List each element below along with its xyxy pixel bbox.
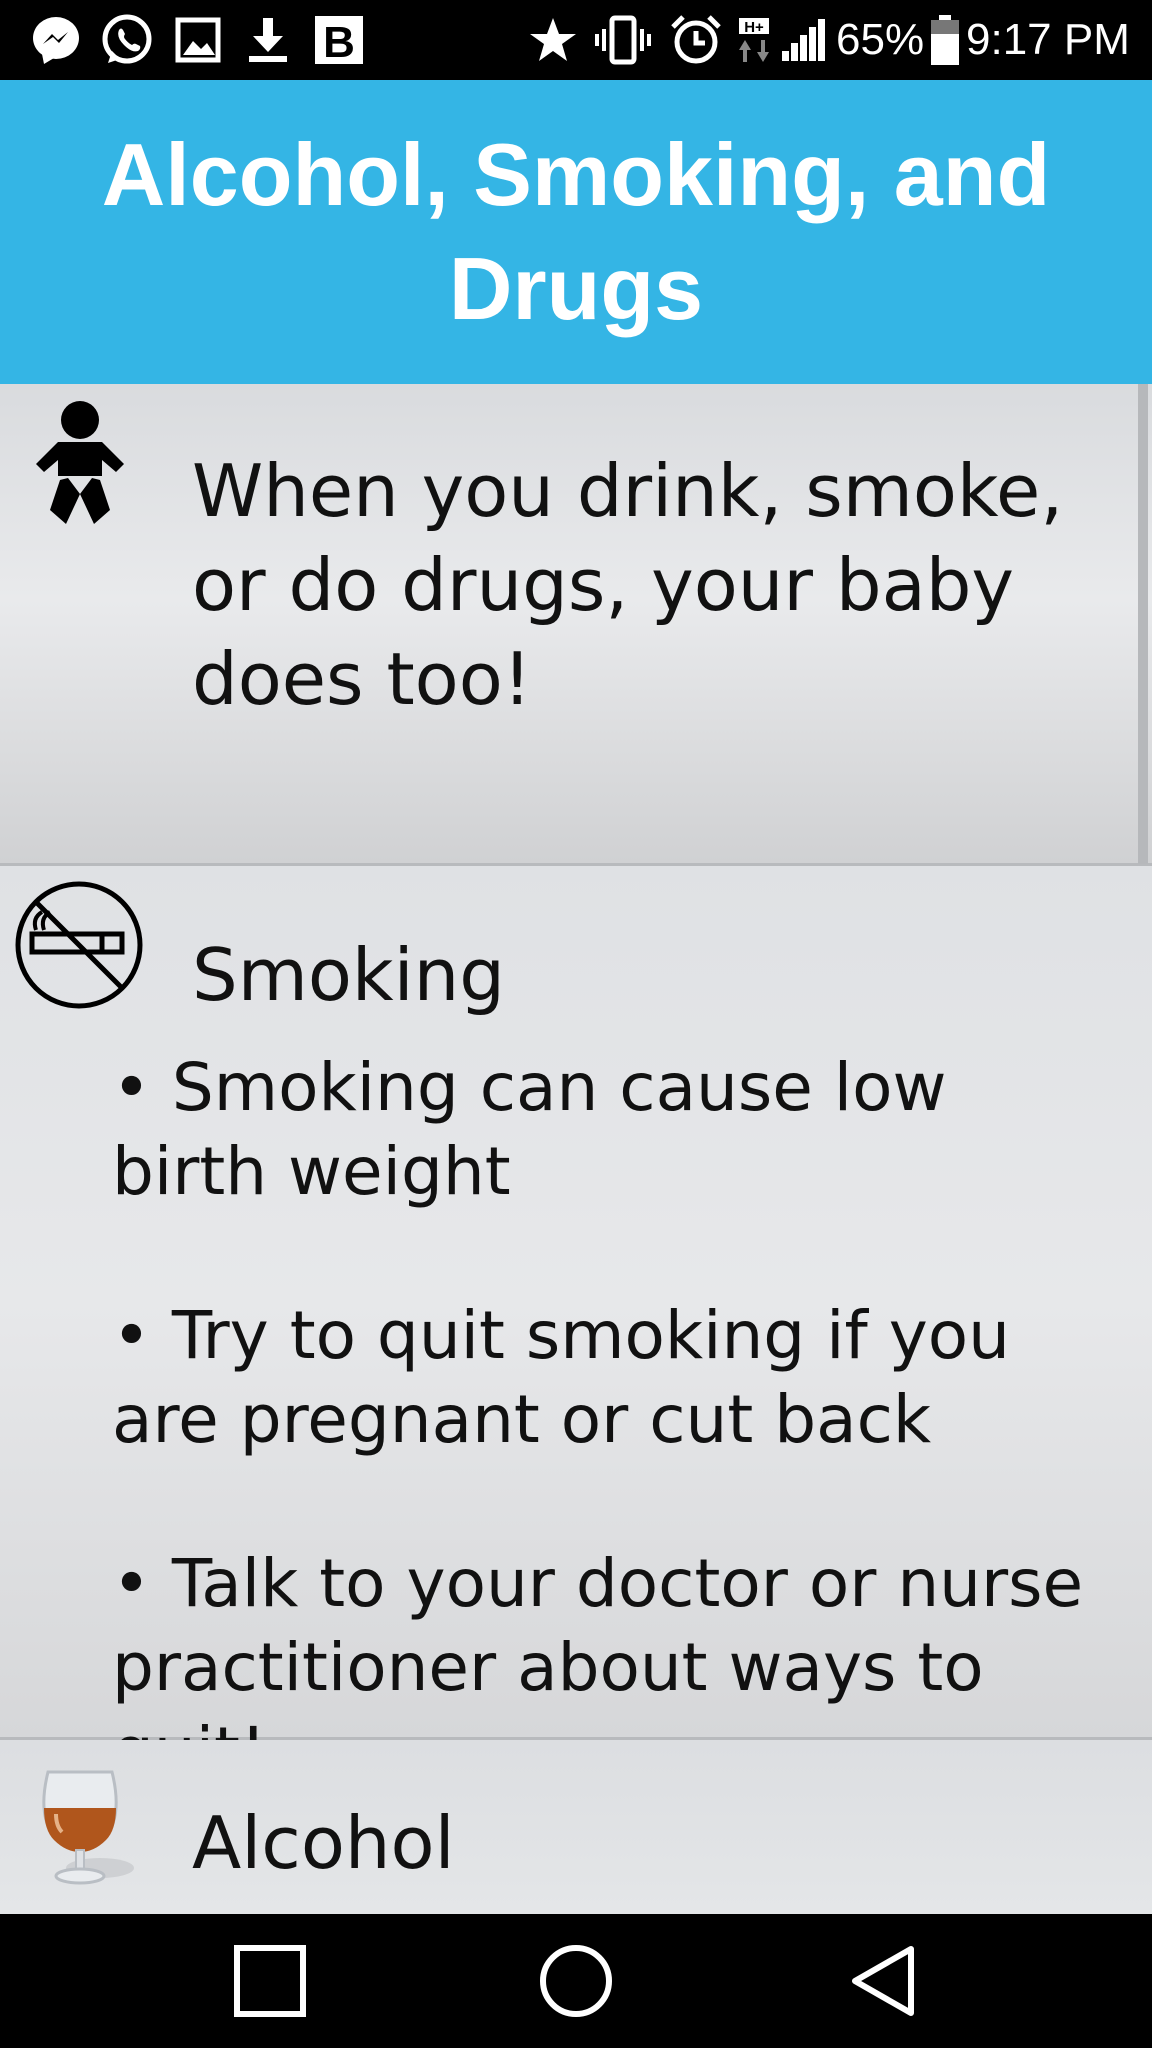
clock: 9:17 PM xyxy=(966,15,1130,64)
back-button[interactable] xyxy=(802,1914,962,2048)
b-app-icon: B xyxy=(312,0,366,80)
svg-text:B: B xyxy=(323,18,355,65)
square-icon xyxy=(234,1945,306,2017)
smoking-card: Smoking • Smoking can cause low birth we… xyxy=(0,866,1152,1790)
intro-text: When you drink, smoke, or do drugs, your… xyxy=(192,449,1064,721)
whatsapp-icon xyxy=(98,0,156,80)
star-icon xyxy=(528,0,578,80)
battery-icon xyxy=(928,0,962,80)
list-item: • Smoking can cause low birth weight xyxy=(112,1049,947,1210)
battery-percent: 65% xyxy=(836,15,925,64)
alcohol-heading: Alcohol xyxy=(192,1801,455,1885)
alarm-icon xyxy=(668,0,724,80)
triangle-back-icon xyxy=(852,1946,914,2016)
gallery-icon xyxy=(172,0,224,80)
circle-icon xyxy=(540,1945,612,2017)
no-smoking-icon xyxy=(14,880,144,1014)
page-header: Alcohol, Smoking, and Drugs xyxy=(0,80,1152,384)
network-type-icon: H+ xyxy=(736,0,776,80)
intro-card: When you drink, smoke, or do drugs, your… xyxy=(0,384,1152,866)
list-item: • Try to quit smoking if you are pregnan… xyxy=(112,1297,1010,1458)
network-type-label: H+ xyxy=(744,19,764,36)
vibrate-icon xyxy=(592,0,654,80)
brandy-glass-icon xyxy=(34,1762,144,1896)
navigation-bar xyxy=(0,1914,1152,2048)
smoking-heading: Smoking xyxy=(192,933,505,1017)
signal-icon xyxy=(780,0,828,80)
download-icon xyxy=(242,0,294,80)
home-button[interactable] xyxy=(496,1914,656,2048)
status-bar: B H+ 65% 9:17 PM xyxy=(0,0,1152,80)
page-title: Alcohol, Smoking, and Drugs xyxy=(101,125,1051,338)
alcohol-card[interactable]: Alcohol xyxy=(0,1740,1152,1914)
messenger-icon xyxy=(28,0,84,80)
recents-button[interactable] xyxy=(190,1914,350,2048)
baby-icon xyxy=(30,398,130,532)
scroll-indicator[interactable] xyxy=(1138,384,1148,864)
